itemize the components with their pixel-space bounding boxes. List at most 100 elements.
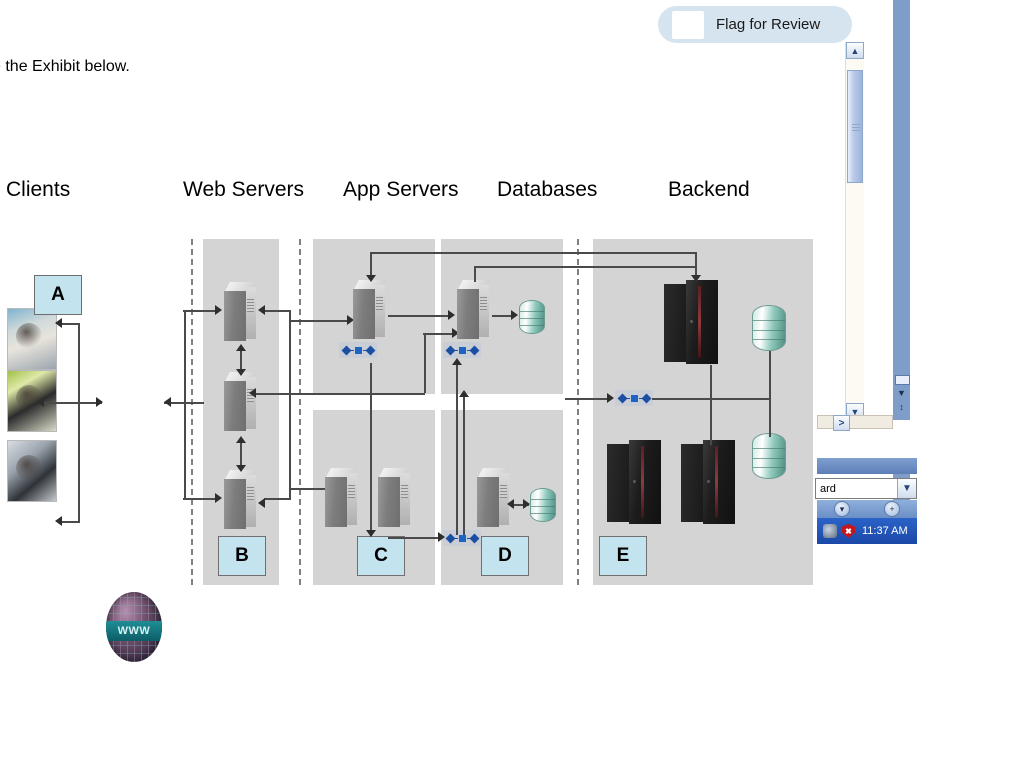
network-switch-icon (615, 390, 653, 406)
server-tower-icon (378, 468, 412, 530)
connector-line (423, 333, 455, 335)
server-tower-icon (224, 282, 258, 344)
connector-line (424, 333, 426, 393)
connector-arrow (37, 397, 44, 407)
connector-arrow (215, 305, 222, 315)
question-text: e the Exhibit below. (0, 58, 130, 75)
connector-line (289, 310, 291, 500)
connector-arrow (448, 310, 455, 320)
scrollbar-grip-icon (852, 122, 860, 131)
scrollbar-thumb[interactable] (847, 70, 863, 183)
network-switch-icon (443, 530, 481, 546)
connector-line (289, 320, 349, 322)
connector-arrow (452, 358, 462, 365)
connector-line (388, 537, 440, 539)
flag-for-review-label: Flag for Review (716, 16, 821, 33)
connector-arrow (523, 499, 530, 509)
connector-arrow (507, 499, 514, 509)
volume-icon[interactable] (823, 524, 837, 538)
connector-line (240, 443, 242, 467)
connector-arrow (691, 275, 701, 282)
connector-line (255, 393, 425, 395)
connector-arrow (366, 530, 376, 537)
zone-divider (299, 239, 301, 585)
connector-line (769, 351, 771, 437)
connector-line (388, 315, 450, 317)
next-button[interactable]: > (833, 415, 850, 431)
connector-line (463, 395, 465, 535)
connector-line (62, 323, 80, 325)
mainframe-rack-icon (607, 440, 665, 524)
scroll-down-button[interactable]: ▼ (893, 388, 910, 398)
connector-line (183, 310, 217, 312)
connector-line (264, 498, 290, 500)
network-switch-icon (339, 342, 377, 358)
security-alert-icon[interactable]: ✖ (842, 524, 855, 538)
column-header-web-servers: Web Servers (183, 178, 304, 201)
database-cylinder-icon (519, 300, 545, 334)
client-photo-icon (7, 370, 57, 432)
connector-line (44, 402, 102, 404)
toolbar-row[interactable]: ▾ + (817, 500, 917, 518)
connector-line (78, 323, 80, 523)
flag-for-review-control[interactable]: Flag for Review (658, 6, 852, 43)
server-tower-icon (224, 372, 258, 434)
connector-arrow (236, 369, 246, 376)
select-dropdown[interactable]: ard ▼ (815, 478, 917, 499)
server-tower-icon (325, 468, 359, 530)
window-title-bar (817, 458, 917, 474)
zone-divider (577, 239, 579, 585)
mainframe-rack-icon (681, 440, 739, 524)
connector-arrow (96, 397, 103, 407)
windows-taskbar-tray[interactable]: ✖ 11:37 AM (817, 518, 917, 544)
inner-vertical-scrollbar[interactable]: ▲ ▼ (845, 42, 864, 420)
right-input-strip[interactable] (817, 415, 893, 429)
connector-line (456, 363, 458, 535)
connector-arrow (236, 436, 246, 443)
plus-icon[interactable]: + (884, 501, 900, 517)
connector-arrow (55, 318, 62, 328)
chevron-down-icon[interactable]: ▼ (897, 479, 916, 498)
shield-icon[interactable]: ▾ (834, 501, 850, 517)
scroll-up-button[interactable]: ▲ (846, 42, 864, 59)
network-switch-icon (443, 342, 481, 358)
connector-line (456, 398, 458, 403)
diagram-label-d: D (481, 536, 529, 576)
checkbox-unchecked-icon[interactable] (672, 10, 704, 39)
connector-arrow (55, 516, 62, 526)
diagram-label-c: C (357, 536, 405, 576)
client-photo-icon (7, 440, 57, 502)
architecture-diagram: A WWW B C D E (0, 225, 820, 662)
diagram-label-b: B (218, 536, 266, 576)
connector-arrow (236, 344, 246, 351)
connector-line (240, 351, 242, 371)
connector-line (264, 310, 290, 312)
connector-line (474, 266, 476, 282)
connector-arrow (258, 498, 265, 508)
database-cylinder-icon (752, 305, 786, 351)
scrollbar-thumb[interactable] (895, 375, 910, 385)
connector-line (183, 498, 217, 500)
connector-line (474, 266, 696, 268)
connector-line (652, 398, 770, 400)
connector-arrow (366, 275, 376, 282)
connector-arrow (249, 388, 256, 398)
internet-globe-icon: WWW (106, 592, 162, 662)
window-resize-grip-icon[interactable]: ↕ (893, 402, 910, 412)
connector-arrow (258, 305, 265, 315)
globe-label: WWW (106, 621, 162, 642)
column-header-clients: Clients (6, 178, 71, 201)
connector-line (62, 521, 80, 523)
connector-arrow (607, 393, 614, 403)
database-cylinder-icon (752, 433, 786, 479)
connector-arrow (215, 493, 222, 503)
connector-arrow (236, 465, 246, 472)
database-cylinder-icon (530, 488, 556, 522)
connector-arrow (164, 397, 171, 407)
server-tower-icon (477, 468, 511, 530)
column-header-app-servers: App Servers (343, 178, 459, 201)
column-header-databases: Databases (497, 178, 598, 201)
connector-line (565, 398, 611, 400)
mainframe-rack-icon (664, 280, 722, 364)
taskbar-clock: 11:37 AM (862, 525, 908, 537)
